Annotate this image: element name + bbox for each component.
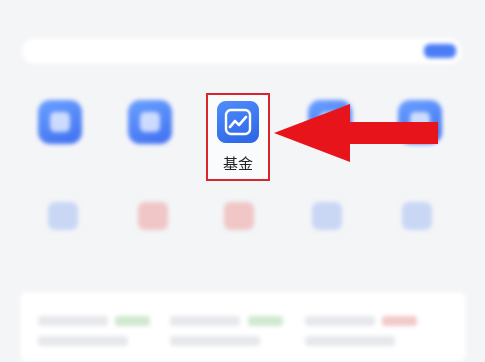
- app-icon: [48, 202, 78, 230]
- fund-shortcut-highlight[interactable]: 基金: [206, 93, 270, 181]
- search-placeholder: [38, 44, 398, 56]
- search-bar[interactable]: [22, 38, 462, 64]
- app-icon: [402, 202, 432, 230]
- fund-label: 基金: [222, 155, 253, 173]
- fund-summary-card[interactable]: [20, 292, 466, 362]
- status-bar: [0, 0, 485, 28]
- app-icon: [128, 100, 172, 144]
- app-icon: [138, 202, 168, 230]
- app-icon: [224, 202, 254, 230]
- app-icon: [312, 202, 342, 230]
- trend-chart-icon: [217, 101, 259, 143]
- app-icon: [38, 100, 82, 144]
- pointer-arrow-icon: [274, 104, 438, 162]
- search-button[interactable]: [424, 44, 456, 58]
